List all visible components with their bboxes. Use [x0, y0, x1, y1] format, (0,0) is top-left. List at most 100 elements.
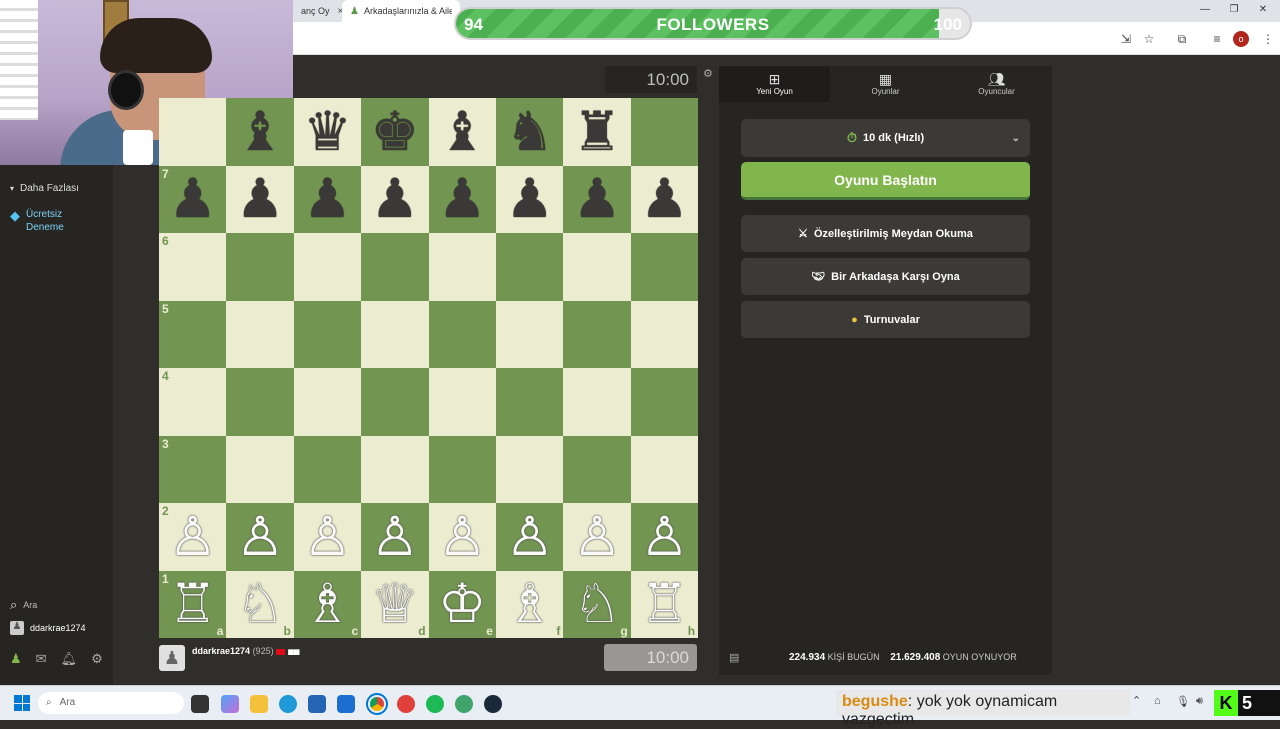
edge-icon[interactable]	[279, 695, 297, 713]
microphone-icon[interactable]: 🎙︎	[1176, 695, 1190, 708]
install-app-icon[interactable]: ⇲	[1118, 31, 1134, 47]
board-square[interactable]: 3	[159, 435, 227, 503]
board-square[interactable]	[630, 98, 699, 166]
board-square[interactable]	[630, 368, 699, 436]
white-piece-icon[interactable]: ♗	[303, 577, 351, 631]
board-square[interactable]: ♙	[495, 503, 564, 571]
board-square[interactable]	[159, 98, 227, 166]
board-square[interactable]	[495, 435, 564, 503]
browser-tab-active[interactable]: ♟ Arkadaşlarınızla & Ailenizle	[342, 0, 460, 22]
white-piece-icon[interactable]: ♙	[303, 510, 351, 564]
chevron-up-icon[interactable]: ⌃	[1132, 694, 1141, 707]
board-square[interactable]: ♝	[226, 98, 294, 166]
board-square[interactable]: ♟	[361, 165, 429, 233]
board-square[interactable]	[495, 368, 564, 436]
board-square[interactable]	[361, 435, 429, 503]
white-piece-icon[interactable]: ♙	[573, 510, 621, 564]
board-square[interactable]	[428, 300, 496, 368]
sidebar-profile[interactable]: ♟ ddarkrae1274	[10, 621, 86, 635]
board-square[interactable]: ♞	[495, 98, 564, 166]
custom-challenge-button[interactable]: ⚔ Özelleştirilmiş Meydan Okuma	[741, 215, 1030, 252]
white-piece-icon[interactable]: ♘	[573, 577, 621, 631]
board-square[interactable]: ♝	[428, 98, 496, 166]
file-explorer-icon[interactable]	[250, 695, 268, 713]
board-square[interactable]: ♟	[428, 165, 496, 233]
board-square[interactable]: ♕ d	[361, 570, 429, 638]
steam-icon[interactable]	[484, 695, 502, 713]
board-square[interactable]: ♛	[293, 98, 362, 166]
board-square[interactable]: ♖ 1 a	[159, 570, 227, 638]
board-square[interactable]	[226, 233, 294, 301]
board-square[interactable]: ♟ 7	[159, 165, 227, 233]
board-square[interactable]: ♟	[293, 165, 362, 233]
play-friend-button[interactable]: 🤝︎ Bir Arkadaşa Karşı Oyna	[741, 258, 1030, 295]
sidebar-search[interactable]: ⌕ Ara	[10, 597, 37, 613]
extensions-icon[interactable]: ⧉	[1174, 31, 1190, 47]
board-square[interactable]: ♙	[226, 503, 294, 571]
board-square[interactable]: 6	[159, 233, 227, 301]
board-square[interactable]: ♗ f	[495, 570, 564, 638]
black-piece-icon[interactable]: ♟	[573, 172, 621, 226]
minimize-icon[interactable]: —	[1193, 3, 1217, 17]
maximize-icon[interactable]: ❐	[1222, 3, 1246, 17]
board-square[interactable]: ♙	[428, 503, 496, 571]
board-square[interactable]	[563, 300, 631, 368]
start-game-button[interactable]: Oyunu Başlatın	[741, 162, 1030, 200]
board-square[interactable]	[226, 435, 294, 503]
chat-bubble-icon[interactable]: ▤	[729, 651, 739, 664]
white-piece-icon[interactable]: ♔	[438, 577, 486, 631]
white-piece-icon[interactable]: ♖	[168, 577, 216, 631]
mail-icon[interactable]: ✉	[36, 651, 47, 667]
black-piece-icon[interactable]: ♜	[573, 105, 621, 159]
store-icon[interactable]	[308, 695, 326, 713]
board-square[interactable]	[495, 300, 564, 368]
board-square[interactable]	[630, 233, 699, 301]
opera-icon[interactable]	[397, 695, 415, 713]
board-square[interactable]	[361, 300, 429, 368]
board-square[interactable]	[293, 368, 362, 436]
spotify-icon[interactable]	[426, 695, 444, 713]
black-piece-icon[interactable]: ♟	[371, 172, 419, 226]
board-square[interactable]	[563, 368, 631, 436]
board-square[interactable]: ♙	[293, 503, 362, 571]
board-square[interactable]: ♙	[563, 503, 631, 571]
board-square[interactable]: 5	[159, 300, 227, 368]
board-square[interactable]	[293, 300, 362, 368]
board-square[interactable]	[226, 368, 294, 436]
board-square[interactable]	[495, 233, 564, 301]
app-icon[interactable]	[455, 695, 473, 713]
board-settings-gear-icon[interactable]: ⚙	[703, 67, 713, 80]
board-square[interactable]: ♟	[226, 165, 294, 233]
chess-board[interactable]: ♝ ♛ ♚ ♝ ♞ ♜ ♟ 7 ♟ ♟ ♟ ♟ ♟ ♟ ♟ 6 5 4 3 ♙ 2 ♙ ♙ ♙ ♙ ♙ ♙ ♙ ♖ 1 a ♘ b ♗ c ♕ d ♔ e ♗…	[159, 98, 699, 638]
gear-icon[interactable]: ⚙	[91, 651, 103, 667]
board-square[interactable]: ♟	[495, 165, 564, 233]
board-square[interactable]: ♟	[630, 165, 699, 233]
reading-list-icon[interactable]: ≡	[1209, 31, 1225, 47]
board-square[interactable]	[428, 368, 496, 436]
board-square[interactable]	[630, 435, 699, 503]
board-square[interactable]	[361, 233, 429, 301]
board-square[interactable]	[226, 300, 294, 368]
sidebar-item-more[interactable]: ▾ Daha Fazlası	[10, 183, 79, 194]
board-square[interactable]: 4	[159, 368, 227, 436]
board-square[interactable]	[428, 435, 496, 503]
board-square[interactable]	[563, 435, 631, 503]
board-square[interactable]: ♚	[361, 98, 429, 166]
network-icon[interactable]: ⌂	[1154, 695, 1161, 707]
board-square[interactable]: ♙	[361, 503, 429, 571]
volume-icon[interactable]: 🔊︎	[1196, 695, 1203, 708]
white-piece-icon[interactable]: ♖	[640, 577, 688, 631]
white-piece-icon[interactable]: ♙	[505, 510, 553, 564]
board-square[interactable]: ♙	[630, 503, 699, 571]
board-square[interactable]	[293, 233, 362, 301]
black-piece-icon[interactable]: ♛	[303, 105, 351, 159]
black-piece-icon[interactable]: ♟	[303, 172, 351, 226]
sidebar-item-free-trial[interactable]: ◆ Ücretsiz Deneme	[10, 208, 64, 234]
board-square[interactable]: ♖ h	[630, 570, 699, 638]
black-piece-icon[interactable]: ♚	[371, 105, 419, 159]
profile-avatar-icon[interactable]: o	[1233, 31, 1249, 47]
white-piece-icon[interactable]: ♙	[438, 510, 486, 564]
tab-new-game[interactable]: ⊞ Yeni Oyun	[719, 66, 830, 102]
board-square[interactable]: ♘ g	[563, 570, 631, 638]
board-square[interactable]: ♗ c	[293, 570, 362, 638]
